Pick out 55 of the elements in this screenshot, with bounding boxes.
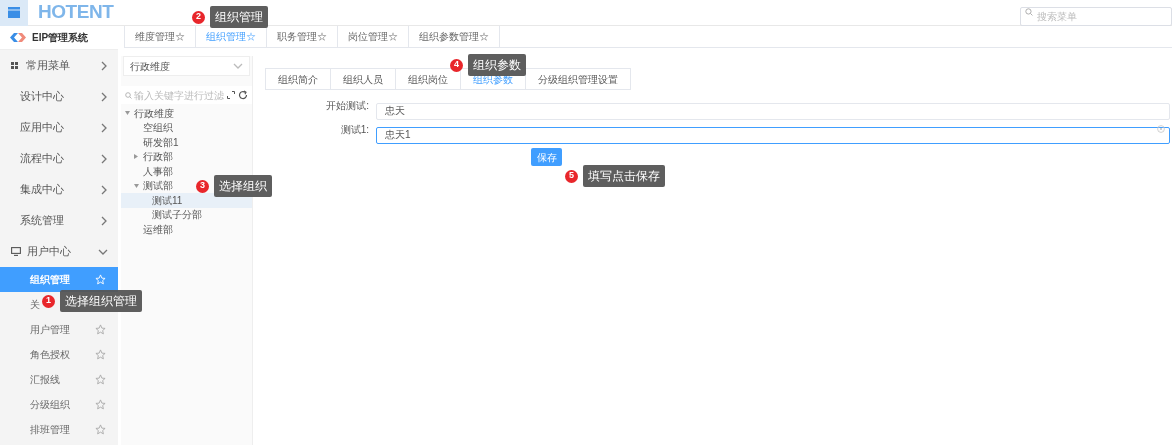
field-label: 开始测试: xyxy=(325,99,370,113)
submenu-item[interactable]: 排班管理 xyxy=(0,417,118,442)
subtab[interactable]: 分级组织管理设置 xyxy=(525,68,631,90)
menu-item[interactable]: 用户中心 xyxy=(0,236,118,267)
step-tooltip: 填写点击保存 xyxy=(583,165,665,187)
menu-item[interactable]: 应用中心 xyxy=(0,112,118,143)
logo-icon xyxy=(10,33,26,42)
step-number-tooltip: 4 xyxy=(450,58,463,72)
tree-node[interactable]: 测试子分部 xyxy=(121,207,252,222)
chevron-down-icon xyxy=(233,62,243,70)
step-tooltip: 选择组织 xyxy=(214,175,272,197)
menu-item[interactable]: 系统管理 xyxy=(0,205,118,236)
subtab[interactable]: 组织人员 xyxy=(330,68,396,90)
step-tooltip: 组织参数 xyxy=(468,54,526,76)
tree-node[interactable]: 空组织 xyxy=(121,120,252,135)
star-icon xyxy=(95,374,106,385)
tree-node[interactable]: 行政部 xyxy=(121,149,252,164)
step-number-tooltip: 2 xyxy=(192,10,205,24)
dimension-select[interactable]: 行政维度 xyxy=(123,56,250,76)
monitor-icon xyxy=(11,247,21,256)
search-icon xyxy=(1025,8,1033,16)
subtab[interactable]: 组织简介 xyxy=(265,68,331,90)
tab[interactable]: 岗位管理☆ xyxy=(338,26,409,47)
system-name: EIP管理系统 xyxy=(32,31,89,45)
step-number-tooltip: 5 xyxy=(565,169,578,183)
step-tooltip: 组织管理 xyxy=(210,6,268,28)
step-tooltip: 选择组织管理 xyxy=(60,290,142,312)
tab[interactable]: 组织参数管理☆ xyxy=(409,26,500,47)
clear-icon xyxy=(1157,125,1165,133)
star-icon xyxy=(95,399,106,410)
menu-button[interactable] xyxy=(0,0,28,26)
text-input[interactable]: 忠天1 xyxy=(376,126,1170,144)
tree-node[interactable]: 运维部 xyxy=(121,222,252,237)
text-input[interactable]: 忠天 xyxy=(376,102,1170,120)
star-icon xyxy=(95,424,106,435)
menu-item[interactable]: 流程中心 xyxy=(0,143,118,174)
tree-node[interactable]: 测试11 xyxy=(121,193,252,208)
grid-icon xyxy=(11,62,18,69)
tree-node[interactable]: 行政维度 xyxy=(121,106,252,121)
menu-item[interactable]: 设计中心 xyxy=(0,81,118,112)
menu-item[interactable]: 集成中心 xyxy=(0,174,118,205)
submenu-item[interactable]: 分级组织 xyxy=(0,392,118,417)
star-icon xyxy=(95,324,106,335)
search-icon xyxy=(125,91,132,99)
field-label: 测试1: xyxy=(339,123,370,137)
tree-node[interactable]: 研发部1 xyxy=(121,135,252,150)
logo: HOTENT xyxy=(38,0,114,25)
submenu-item[interactable]: 汇报线 xyxy=(0,367,118,392)
menu-item[interactable]: 常用菜单 xyxy=(0,50,118,81)
star-icon xyxy=(95,349,106,360)
refresh-icon[interactable] xyxy=(238,90,248,100)
star-icon xyxy=(95,274,106,285)
expand-icon[interactable] xyxy=(227,91,235,99)
submenu-item[interactable]: 角色授权 xyxy=(0,342,118,367)
submenu-item[interactable]: 用户管理 xyxy=(0,317,118,342)
